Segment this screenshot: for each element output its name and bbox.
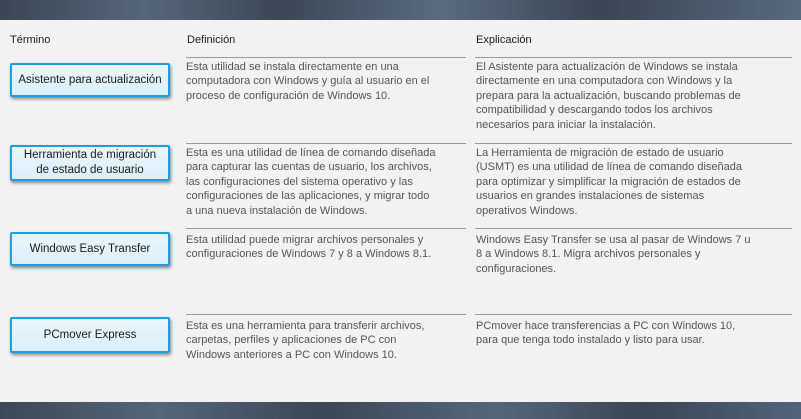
definition-cell: Esta utilidad puede migrar archivos pers… bbox=[186, 234, 432, 261]
row-divider bbox=[475, 314, 792, 315]
definition-cell: Esta es una herramienta para transferir … bbox=[186, 320, 425, 361]
header-definition: Definición bbox=[187, 34, 236, 46]
term-button-usmt[interactable]: Herramienta de migración de estado de us… bbox=[10, 145, 170, 181]
row-divider bbox=[186, 228, 466, 229]
term-button-upgrade-assistant[interactable]: Asistente para actualización bbox=[10, 63, 170, 97]
bottom-banner bbox=[0, 402, 801, 419]
comparison-table: Término Definición Explicación Asistente… bbox=[0, 20, 801, 402]
row-divider bbox=[186, 143, 466, 144]
header-term: Término bbox=[10, 34, 51, 46]
explanation-cell: PCmover hace transferencias a PC con Win… bbox=[476, 320, 736, 347]
explanation-cell: El Asistente para actualización de Windo… bbox=[476, 61, 741, 131]
row-divider bbox=[475, 143, 792, 144]
row-divider bbox=[475, 228, 792, 229]
header-explanation: Explicación bbox=[476, 34, 532, 46]
explanation-cell: Windows Easy Transfer se usa al pasar de… bbox=[476, 234, 751, 275]
term-button-pcmover[interactable]: PCmover Express bbox=[10, 317, 170, 353]
definition-cell: Esta utilidad se instala directamente en… bbox=[186, 61, 430, 102]
row-divider bbox=[186, 57, 466, 58]
row-divider bbox=[475, 57, 792, 58]
term-button-easy-transfer[interactable]: Windows Easy Transfer bbox=[10, 232, 170, 266]
top-banner bbox=[0, 0, 801, 20]
row-divider bbox=[186, 314, 466, 315]
definition-cell: Esta es una utilidad de línea de comando… bbox=[186, 147, 436, 217]
explanation-cell: La Herramienta de migración de estado de… bbox=[476, 147, 742, 217]
